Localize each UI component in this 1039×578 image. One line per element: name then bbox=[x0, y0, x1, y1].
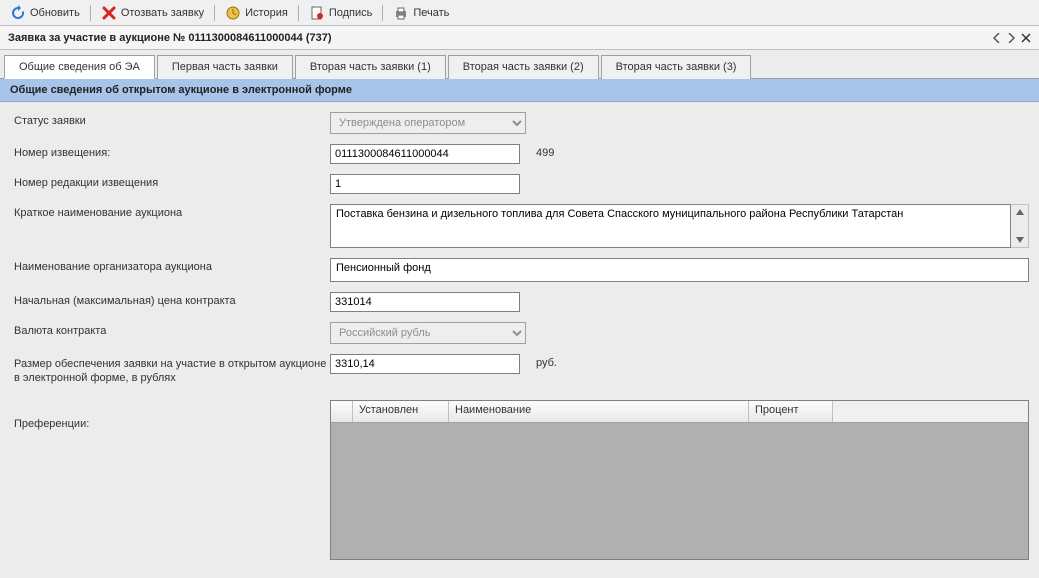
refresh-label: Обновить bbox=[30, 7, 80, 19]
currency-select[interactable]: Российский рубль bbox=[330, 322, 526, 344]
currency-label: Валюта контракта bbox=[10, 322, 330, 337]
col-name: Наименование bbox=[449, 401, 749, 422]
tabs: Общие сведения об ЭА Первая часть заявки… bbox=[0, 50, 1039, 79]
table-body bbox=[331, 423, 1028, 559]
start-price-label: Начальная (максимальная) цена контракта bbox=[10, 292, 330, 307]
tab-general[interactable]: Общие сведения об ЭА bbox=[4, 55, 155, 79]
signature-button[interactable]: Подпись bbox=[305, 3, 377, 23]
close-icon[interactable] bbox=[1021, 33, 1031, 43]
refresh-icon bbox=[10, 5, 26, 21]
next-icon[interactable] bbox=[1007, 33, 1015, 43]
withdraw-button[interactable]: Отозвать заявку bbox=[97, 3, 208, 23]
tab-part2-2[interactable]: Вторая часть заявки (2) bbox=[448, 55, 599, 79]
window-controls bbox=[993, 33, 1031, 43]
print-label: Печать bbox=[413, 7, 449, 19]
history-label: История bbox=[245, 7, 288, 19]
prev-icon[interactable] bbox=[993, 33, 1001, 43]
content-area: Общие сведения об открытом аукционе в эл… bbox=[0, 79, 1039, 578]
section-header: Общие сведения об открытом аукционе в эл… bbox=[0, 79, 1039, 102]
revision-input[interactable] bbox=[330, 174, 520, 194]
tab-part2-3[interactable]: Вторая часть заявки (3) bbox=[601, 55, 752, 79]
preferences-table: Установлен Наименование Процент bbox=[330, 400, 1029, 560]
preferences-label: Преференции: bbox=[10, 400, 330, 430]
status-select[interactable]: Утверждена оператором bbox=[330, 112, 526, 134]
scroll-up-icon[interactable] bbox=[1011, 205, 1028, 219]
notice-no-input[interactable] bbox=[330, 144, 520, 164]
withdraw-label: Отозвать заявку bbox=[121, 7, 204, 19]
revision-label: Номер редакции извещения bbox=[10, 174, 330, 189]
print-icon bbox=[393, 5, 409, 21]
signature-icon bbox=[309, 5, 325, 21]
status-label: Статус заявки bbox=[10, 112, 330, 127]
organizer-label: Наименование организатора аукциона bbox=[10, 258, 330, 273]
window-title: Заявка за участие в аукционе № 011130008… bbox=[8, 32, 332, 44]
notice-no-extra: 499 bbox=[520, 144, 554, 159]
form: Статус заявки Утверждена оператором Номе… bbox=[0, 102, 1039, 400]
history-icon bbox=[225, 5, 241, 21]
scroll-down-icon[interactable] bbox=[1011, 233, 1028, 247]
print-button[interactable]: Печать bbox=[389, 3, 453, 23]
textarea-scrollbar[interactable] bbox=[1011, 204, 1029, 248]
separator bbox=[90, 5, 91, 21]
tab-part2-1[interactable]: Вторая часть заявки (1) bbox=[295, 55, 446, 79]
notice-no-label: Номер извещения: bbox=[10, 144, 330, 159]
tab-part1[interactable]: Первая часть заявки bbox=[157, 55, 293, 79]
titlebar: Заявка за участие в аукционе № 011130008… bbox=[0, 26, 1039, 50]
col-percent: Процент bbox=[749, 401, 833, 422]
deposit-unit: руб. bbox=[520, 354, 557, 369]
deposit-label: Размер обеспечения заявки на участие в о… bbox=[10, 354, 330, 386]
signature-label: Подпись bbox=[329, 7, 373, 19]
deposit-input[interactable] bbox=[330, 354, 520, 374]
short-name-textarea[interactable]: Поставка бензина и дизельного топлива дл… bbox=[330, 204, 1011, 248]
table-header: Установлен Наименование Процент bbox=[331, 401, 1028, 423]
cancel-icon bbox=[101, 5, 117, 21]
separator bbox=[298, 5, 299, 21]
refresh-button[interactable]: Обновить bbox=[6, 3, 84, 23]
short-name-label: Краткое наименование аукциона bbox=[10, 204, 330, 219]
col-blank bbox=[331, 401, 353, 422]
col-set: Установлен bbox=[353, 401, 449, 422]
separator bbox=[214, 5, 215, 21]
start-price-input[interactable] bbox=[330, 292, 520, 312]
separator bbox=[382, 5, 383, 21]
history-button[interactable]: История bbox=[221, 3, 292, 23]
organizer-textarea[interactable]: Пенсионный фонд bbox=[330, 258, 1029, 282]
toolbar: Обновить Отозвать заявку История Подпись… bbox=[0, 0, 1039, 26]
